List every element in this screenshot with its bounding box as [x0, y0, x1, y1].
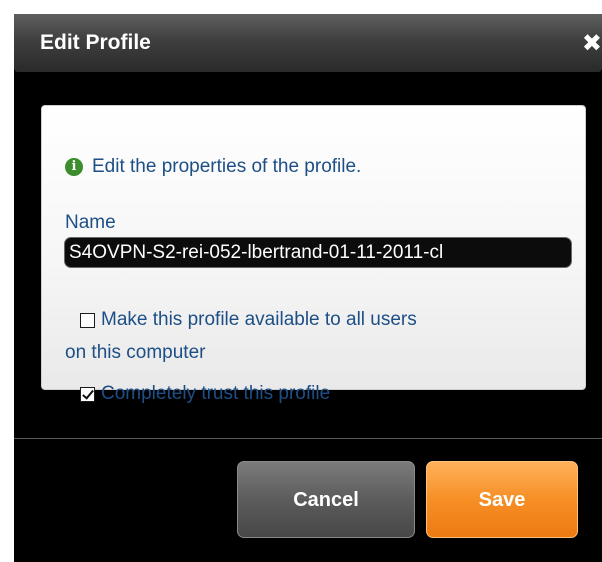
- all-users-label: Make this profile available to all users: [101, 309, 417, 330]
- footer-divider: [14, 438, 602, 439]
- name-label: Name: [65, 212, 116, 233]
- edit-profile-dialog: Edit Profile ✖ i Edit the properties of …: [14, 14, 602, 562]
- trust-profile-label: Completely trust this profile: [101, 383, 331, 404]
- info-message: i Edit the properties of the profile.: [65, 155, 361, 179]
- all-users-label-cont: on this computer: [65, 342, 206, 363]
- close-icon[interactable]: ✖: [576, 27, 602, 59]
- trust-profile-checkbox[interactable]: [80, 386, 95, 402]
- name-input[interactable]: [64, 237, 572, 268]
- info-text: Edit the properties of the profile.: [92, 156, 362, 177]
- all-users-checkbox[interactable]: [80, 312, 95, 328]
- dialog-title: Edit Profile: [40, 31, 151, 54]
- properties-panel: i Edit the properties of the profile. Na…: [41, 105, 586, 404]
- save-button[interactable]: Save: [426, 461, 578, 538]
- option-trust-profile[interactable]: Completely trust this profile: [80, 382, 330, 406]
- option-all-users[interactable]: Make this profile available to all users: [80, 308, 417, 332]
- info-icon: i: [65, 158, 83, 176]
- cancel-button[interactable]: Cancel: [237, 461, 415, 538]
- title-bar: Edit Profile ✖: [14, 14, 602, 72]
